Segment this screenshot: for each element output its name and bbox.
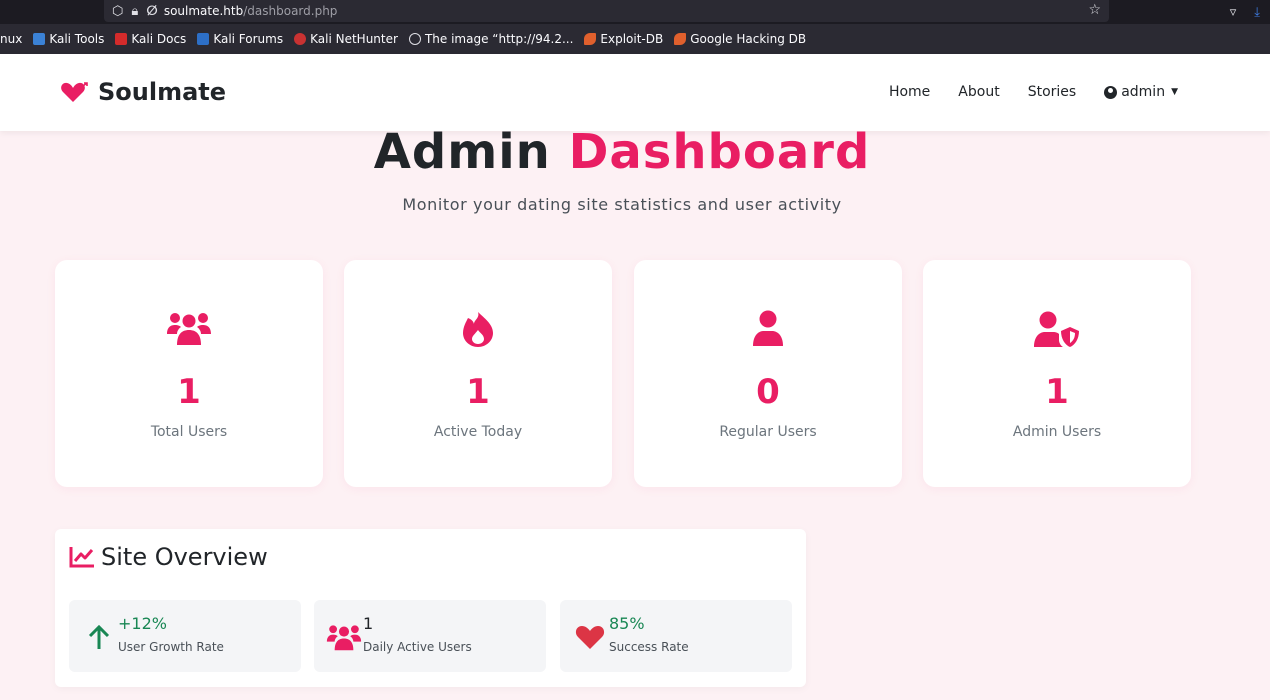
bookmark-item[interactable]: The image “http://94.2... (408, 32, 573, 46)
stat-label: Active Today (433, 424, 523, 440)
overview-value: 1 (363, 614, 374, 633)
page-subtitle: Monitor your dating site statistics and … (402, 195, 842, 214)
stat-card-active-today: 1 Active Today (344, 260, 612, 487)
nav-about[interactable]: About (958, 84, 999, 100)
stat-label: Regular Users (719, 424, 817, 440)
nav-links: Home About Stories admin ▼ (861, 84, 1178, 100)
heart-arrow-icon (61, 82, 88, 102)
caret-down-icon: ▼ (1171, 87, 1178, 97)
bookmark-item[interactable]: Kali Tools (33, 32, 104, 46)
chart-line-icon (69, 547, 94, 568)
brand-name: Soulmate (98, 78, 227, 106)
page-title: Admin Dashboard (0, 124, 1244, 180)
overview-growth: +12% User Growth Rate (69, 600, 301, 672)
overview-label: Success Rate (609, 640, 689, 654)
users-icon (324, 620, 364, 654)
arrow-up-icon (79, 620, 119, 654)
stat-label: Total Users (150, 424, 228, 440)
overview-value: +12% (118, 614, 167, 633)
url-path: /dashboard.php (243, 4, 338, 18)
ghdb-icon (674, 33, 687, 45)
overview-title: Site Overview (101, 543, 268, 571)
overview-daily-active: 1 Daily Active Users (314, 600, 546, 672)
overview-success-rate: 85% Success Rate (560, 600, 792, 672)
exploit-db-icon (584, 33, 597, 45)
stat-card-regular-users: 0 Regular Users (634, 260, 902, 487)
bookmark-item[interactable]: nux (0, 32, 22, 46)
overview-label: Daily Active Users (363, 640, 472, 654)
stat-card-total-users: 1 Total Users (55, 260, 323, 487)
pocket-icon[interactable]: ▿ (1230, 5, 1237, 20)
download-icon[interactable]: ⤓ (1254, 5, 1260, 20)
globe-icon (408, 33, 421, 45)
stat-value: 1 (466, 372, 490, 412)
stat-value: 1 (177, 372, 201, 412)
bookmark-item[interactable]: Kali Docs (115, 32, 186, 46)
nav-stories[interactable]: Stories (1028, 84, 1077, 100)
shield-icon[interactable]: ⬡ (112, 4, 123, 19)
stat-value: 1 (1045, 372, 1069, 412)
stat-label: Admin Users (1012, 424, 1102, 440)
kali-docs-icon (115, 33, 128, 45)
kali-icon (33, 33, 46, 45)
user-circle-icon (1104, 85, 1118, 99)
key-icon[interactable]: ⵁ (146, 4, 158, 19)
user-icon (634, 310, 902, 346)
url-host: soulmate.htb (163, 4, 244, 18)
title-part2: Dashboard (568, 124, 871, 180)
fire-icon (344, 310, 612, 348)
bookmarks-bar: nux Kali Tools Kali Docs Kali Forums Kal… (0, 24, 1270, 54)
bookmark-item[interactable]: Kali NetHunter (294, 32, 398, 46)
kali-forums-icon (197, 33, 210, 45)
bookmark-item[interactable]: Kali Forums (197, 32, 283, 46)
title-part1: Admin (373, 124, 551, 180)
user-dropdown[interactable]: admin ▼ (1104, 84, 1178, 100)
nav-home[interactable]: Home (889, 84, 930, 100)
user-shield-icon (923, 310, 1191, 348)
stat-card-admin-users: 1 Admin Users (923, 260, 1191, 487)
overview-label: User Growth Rate (118, 640, 224, 654)
overview-header: Site Overview (69, 543, 268, 571)
browser-toolbar: ⬡ 🔒︎ ⵁ soulmate.htb/dashboard.php ☆ ▿ ⤓ (0, 0, 1270, 24)
bookmark-item[interactable]: Exploit-DB (584, 32, 663, 46)
site-navbar: Soulmate Home About Stories admin ▼ (0, 54, 1270, 131)
lock-icon[interactable]: 🔒︎ (131, 4, 138, 19)
overview-value: 85% (609, 614, 645, 633)
url-text[interactable]: soulmate.htb/dashboard.php (164, 4, 338, 18)
stat-value: 0 (756, 372, 780, 412)
user-name: admin (1121, 84, 1166, 100)
heart-icon (570, 620, 610, 654)
site-overview-card: Site Overview +12% User Growth Rate 1 Da… (55, 529, 806, 687)
users-icon (55, 310, 323, 346)
nethunter-icon (294, 33, 307, 45)
url-bar[interactable]: ⬡ 🔒︎ ⵁ soulmate.htb/dashboard.php ☆ (104, 0, 1109, 22)
bookmark-item[interactable]: Google Hacking DB (674, 32, 806, 46)
brand-link[interactable]: Soulmate (60, 78, 226, 106)
bookmark-star-icon[interactable]: ☆ (1088, 2, 1101, 18)
